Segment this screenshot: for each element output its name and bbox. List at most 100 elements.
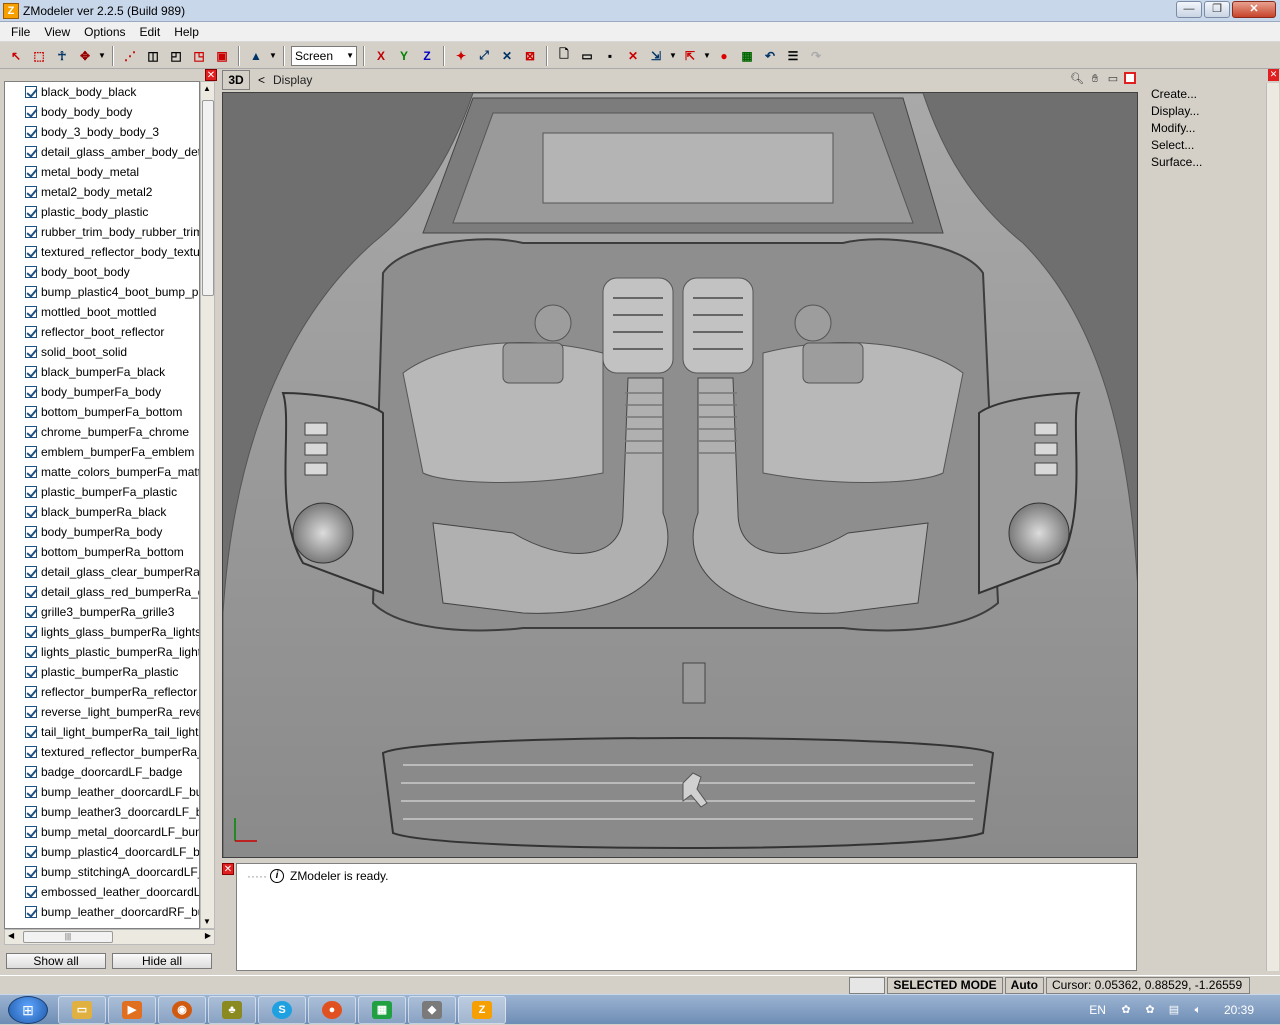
object-list-item[interactable]: bump_metal_doorcardLF_bun	[5, 822, 199, 842]
visibility-checkbox[interactable]	[25, 166, 37, 178]
objects-list-horizontal-scrollbar[interactable]: ◀ ||| ▶	[4, 929, 215, 945]
visibility-checkbox[interactable]	[25, 426, 37, 438]
visibility-checkbox[interactable]	[25, 626, 37, 638]
status-auto[interactable]: Auto	[1004, 976, 1044, 994]
object-list-item[interactable]: reverse_light_bumperRa_rever	[5, 702, 199, 722]
taskbar-zmodeler[interactable]: Z	[458, 995, 506, 1024]
object-list-item[interactable]: detail_glass_clear_bumperRa_d	[5, 562, 199, 582]
object-list-item[interactable]: black_bumperFa_black	[5, 362, 199, 382]
minimize-button[interactable]: —	[1176, 1, 1202, 18]
object-list-item[interactable]: detail_glass_amber_body_deta	[5, 142, 199, 162]
visibility-checkbox[interactable]	[25, 786, 37, 798]
visibility-checkbox[interactable]	[25, 126, 37, 138]
command-panel-scrollbar[interactable]	[1266, 83, 1279, 971]
object-list-item[interactable]: solid_boot_solid	[5, 342, 199, 362]
tray-app-icon[interactable]: ✿	[1118, 1002, 1134, 1018]
command-select[interactable]: Select...	[1151, 138, 1194, 152]
object-list-item[interactable]: bump_leather_doorcardRF_bu	[5, 902, 199, 922]
menu-help[interactable]: Help	[167, 25, 206, 39]
volume-icon[interactable]: 🔈︎	[1190, 1002, 1206, 1018]
object-list-item[interactable]: textured_reflector_bumperRa_	[5, 742, 199, 762]
object-list-item[interactable]: plastic_bumperRa_plastic	[5, 662, 199, 682]
face-mode-icon[interactable]: ◫	[143, 46, 163, 66]
visibility-checkbox[interactable]	[25, 506, 37, 518]
visibility-checkbox[interactable]	[25, 86, 37, 98]
3d-viewport[interactable]	[222, 92, 1138, 858]
scroll-down-icon[interactable]: ▼	[203, 917, 211, 926]
command-modify[interactable]: Modify...	[1151, 121, 1195, 135]
command-create[interactable]: Create...	[1151, 87, 1197, 101]
language-indicator[interactable]: EN	[1089, 1003, 1106, 1017]
taskbar-skype[interactable]: S	[258, 995, 306, 1024]
object-list-item[interactable]: body_bumperFa_body	[5, 382, 199, 402]
select-box-icon[interactable]: ⬚	[29, 46, 49, 66]
objects-panel-close-icon[interactable]: ✕	[205, 69, 217, 81]
axis-x-toggle[interactable]: X	[371, 46, 391, 66]
vertex-mode-icon[interactable]: ⋰	[120, 46, 140, 66]
object-list-item[interactable]: bottom_bumperRa_bottom	[5, 542, 199, 562]
object-list-item[interactable]: bump_leather_doorcardLF_bu	[5, 782, 199, 802]
viewport-nav-arrow[interactable]: <	[258, 73, 265, 87]
object-list-item[interactable]: rubber_trim_body_rubber_trim	[5, 222, 199, 242]
visibility-checkbox[interactable]	[25, 206, 37, 218]
object-list-item[interactable]: lights_glass_bumperRa_lights_	[5, 622, 199, 642]
visibility-checkbox[interactable]	[25, 226, 37, 238]
object-list-item[interactable]: plastic_bumperFa_plastic	[5, 482, 199, 502]
visibility-checkbox[interactable]	[25, 666, 37, 678]
visibility-checkbox[interactable]	[25, 366, 37, 378]
visibility-checkbox[interactable]	[25, 286, 37, 298]
open-file-icon[interactable]: ▭	[577, 46, 597, 66]
show-all-button[interactable]: Show all	[6, 953, 106, 969]
hide-all-button[interactable]: Hide all	[112, 953, 212, 969]
zmodeler-app-icon[interactable]: Z	[3, 2, 19, 19]
visibility-checkbox[interactable]	[25, 546, 37, 558]
visibility-checkbox[interactable]	[25, 686, 37, 698]
import-icon[interactable]: ⇲	[646, 46, 666, 66]
object-list-item[interactable]: tail_light_bumperRa_tail_light	[5, 722, 199, 742]
visibility-checkbox[interactable]	[25, 246, 37, 258]
visibility-checkbox[interactable]	[25, 846, 37, 858]
object-list-item[interactable]: body_body_body	[5, 102, 199, 122]
visibility-checkbox[interactable]	[25, 746, 37, 758]
object-list-item[interactable]: bump_stitchingA_doorcardLF_	[5, 862, 199, 882]
tab-3d[interactable]: 3D	[222, 70, 250, 90]
vertical-scroll-thumb[interactable]	[202, 100, 214, 296]
taskbar-app-7[interactable]: ▦	[358, 995, 406, 1024]
object-list-item[interactable]: chrome_bumperFa_chrome	[5, 422, 199, 442]
taskbar-explorer[interactable]: ▭	[58, 995, 106, 1024]
tray-app-icon[interactable]: ✿	[1142, 1002, 1158, 1018]
objects-list-vertical-scrollbar[interactable]: ▲ ▼	[200, 81, 215, 929]
dropdown-arrow-icon[interactable]: ▼	[98, 46, 106, 66]
material-icon[interactable]: ●	[714, 46, 734, 66]
dropdown-arrow-icon[interactable]: ▼	[669, 46, 677, 66]
console-close-icon[interactable]: ✕	[222, 863, 234, 875]
object-tool-icon[interactable]: ✥	[75, 46, 95, 66]
export-icon[interactable]: ⇱	[680, 46, 700, 66]
visibility-checkbox[interactable]	[25, 826, 37, 838]
visibility-checkbox[interactable]	[25, 606, 37, 618]
cube-mode-icon[interactable]: ▣	[212, 46, 232, 66]
redo-icon[interactable]: ↷	[806, 46, 826, 66]
move-tool-icon[interactable]: ✦	[451, 46, 471, 66]
menu-view[interactable]: View	[37, 25, 77, 39]
taskbar-firefox[interactable]: ◉	[158, 995, 206, 1024]
start-button[interactable]: ⊞	[8, 995, 48, 1024]
visibility-checkbox[interactable]	[25, 806, 37, 818]
axis-tool-icon[interactable]: ▲	[246, 46, 266, 66]
object-list-item[interactable]: bump_plastic4_doorcardLF_bu	[5, 842, 199, 862]
dropdown-arrow-icon[interactable]: ▼	[269, 46, 277, 66]
visibility-checkbox[interactable]	[25, 566, 37, 578]
object-list-item[interactable]: black_bumperRa_black	[5, 502, 199, 522]
object-list-item[interactable]: black_body_black	[5, 82, 199, 102]
visibility-checkbox[interactable]	[25, 326, 37, 338]
scroll-up-icon[interactable]: ▲	[203, 84, 211, 93]
object-list-item[interactable]: emblem_bumperFa_emblem	[5, 442, 199, 462]
network-icon[interactable]: ▤	[1166, 1002, 1182, 1018]
visibility-checkbox[interactable]	[25, 526, 37, 538]
visibility-checkbox[interactable]	[25, 706, 37, 718]
object-list-item[interactable]: bottom_bumperFa_bottom	[5, 402, 199, 422]
object-list-item[interactable]: bump_plastic4_boot_bump_pl	[5, 282, 199, 302]
object-list-item[interactable]: body_3_body_body_3	[5, 122, 199, 142]
pan-hand-icon[interactable]: ✋︎	[1088, 72, 1102, 86]
rotate-tool-icon[interactable]: ⤢	[474, 46, 494, 66]
